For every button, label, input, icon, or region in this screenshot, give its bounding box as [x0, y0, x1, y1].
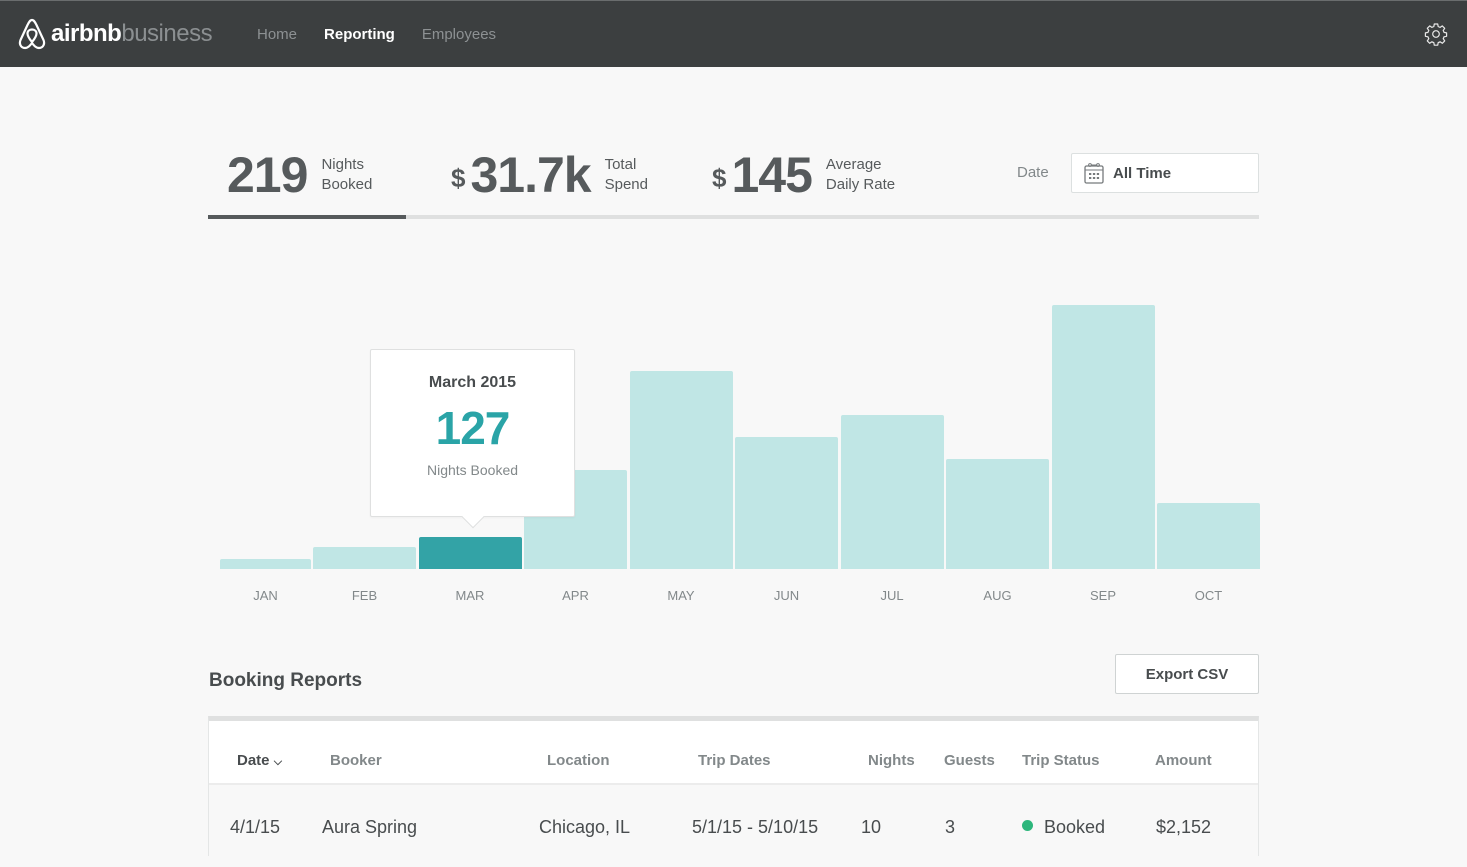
table-header: Date ⌵ Booker Location Trip Dates Nights…: [209, 721, 1258, 785]
nights-booked-bar-chart: JAN FEB MAR APR MAY JUN JUL AUG SEP OCT: [208, 280, 1268, 610]
average-daily-rate-value: 145: [731, 147, 812, 203]
column-header-booker[interactable]: Booker: [330, 752, 382, 769]
table-row[interactable]: 4/1/15 Aura Spring Chicago, IL 5/1/15 - …: [209, 787, 1258, 867]
tooltip-title: March 2015: [428, 374, 517, 391]
average-daily-rate-label: Average Daily Rate: [826, 155, 895, 195]
bar-jun[interactable]: [735, 437, 838, 569]
bar-may[interactable]: [629, 371, 733, 569]
stat-nights-booked[interactable]: 219 Nights Booked: [227, 140, 372, 210]
booking-reports-table: Date ⌵ Booker Location Trip Dates Nights…: [208, 716, 1259, 867]
cell-location: Chicago, IL: [539, 817, 631, 837]
column-header-location[interactable]: Location: [547, 752, 610, 769]
label-line2: Booked: [321, 176, 373, 193]
column-header-amount[interactable]: Amount: [1155, 752, 1212, 769]
status-dot-icon: [1022, 820, 1033, 831]
cell-date: 4/1/15: [230, 817, 281, 837]
label-line2: Daily Rate: [825, 176, 896, 193]
gear-icon[interactable]: [1424, 22, 1448, 46]
label-line1: Average: [825, 156, 882, 173]
calendar-icon: [1084, 163, 1104, 184]
x-tick-label-feb: FEB: [351, 588, 378, 603]
label-line2: Spend: [604, 176, 648, 193]
currency-symbol: $: [712, 162, 727, 193]
sort-chevron-down-icon: ⌵: [273, 756, 283, 768]
tooltip-label: Nights Booked: [426, 462, 519, 478]
cell-trip-status: Booked: [1022, 817, 1105, 838]
booking-reports-title: Booking Reports: [209, 670, 363, 691]
column-header-trip-status[interactable]: Trip Status: [1022, 752, 1100, 769]
chart-tooltip: March 2015 127 Nights Booked: [370, 349, 575, 529]
date-filter-dropdown[interactable]: All Time: [1071, 153, 1259, 193]
label-line1: Nights: [321, 156, 364, 173]
stat-total-spend[interactable]: $ 31.7k Total Spend: [451, 140, 648, 210]
cell-nights: 10: [861, 817, 882, 837]
status-text: Booked: [1044, 817, 1106, 837]
nav-reporting[interactable]: Reporting: [324, 26, 395, 43]
label-line1: Total: [604, 156, 637, 173]
date-filter-value: All Time: [1113, 164, 1172, 182]
cell-amount: $2,152: [1156, 817, 1212, 837]
total-spend-label: Total Spend: [605, 155, 648, 195]
cell-booker: Aura Spring: [322, 817, 418, 837]
column-header-date[interactable]: Date ⌵: [237, 752, 282, 769]
x-tick-label-aug: AUG: [983, 588, 1012, 603]
x-tick-label-jun: JUN: [773, 588, 800, 603]
airbnb-logo-icon: [18, 18, 46, 50]
airbnb-business-logo[interactable]: airbnbbusiness: [17, 16, 213, 52]
nights-booked-value: 219: [227, 147, 308, 203]
top-navigation-bar: airbnbbusiness Home Reporting Employees: [0, 0, 1467, 67]
bar-feb[interactable]: [313, 547, 416, 569]
logo-primary-text: airbnb: [51, 20, 122, 47]
cell-guests: 3: [945, 817, 956, 837]
date-filter-label: Date: [1017, 164, 1049, 181]
export-csv-button[interactable]: Export CSV: [1115, 654, 1259, 694]
bar-sep[interactable]: [1051, 305, 1155, 569]
bar-jul[interactable]: [840, 415, 944, 569]
logo-wordmark: airbnbbusiness: [51, 20, 213, 48]
bar-aug[interactable]: [946, 459, 1049, 569]
nights-booked-label: Nights Booked: [321, 155, 372, 195]
x-tick-label-apr: APR: [562, 588, 589, 603]
stats-active-indicator: [208, 215, 406, 219]
stats-summary: 219 Nights Booked $ 31.7k Total Spend $ 14…: [208, 140, 1259, 220]
x-tick-label-oct: OCT: [1194, 588, 1223, 603]
x-tick-label-jul: JUL: [880, 588, 904, 603]
logo-secondary-text: business: [121, 20, 213, 47]
column-header-guests[interactable]: Guests: [944, 752, 995, 769]
main-nav: Home Reporting Employees: [257, 26, 523, 43]
column-header-nights[interactable]: Nights: [868, 752, 915, 769]
stat-average-daily-rate[interactable]: $ 145 Average Daily Rate: [712, 140, 895, 210]
total-spend-value: 31.7k: [470, 147, 591, 203]
nav-home[interactable]: Home: [257, 26, 297, 43]
column-header-date-label: Date: [237, 752, 270, 769]
x-tick-label-sep: SEP: [1089, 588, 1116, 603]
column-header-trip-dates[interactable]: Trip Dates: [698, 752, 771, 769]
bar-jan[interactable]: [220, 559, 311, 569]
tooltip-value: 127: [435, 402, 511, 454]
nav-employees[interactable]: Employees: [422, 26, 496, 43]
x-tick-label-may: MAY: [667, 588, 695, 603]
currency-symbol: $: [451, 162, 466, 193]
cell-trip-dates: 5/1/15 - 5/10/15: [692, 817, 819, 837]
x-tick-label-mar: MAR: [455, 588, 485, 603]
x-tick-label-jan: JAN: [253, 588, 278, 603]
bar-mar[interactable]: [418, 537, 522, 569]
bar-oct[interactable]: [1157, 503, 1260, 569]
